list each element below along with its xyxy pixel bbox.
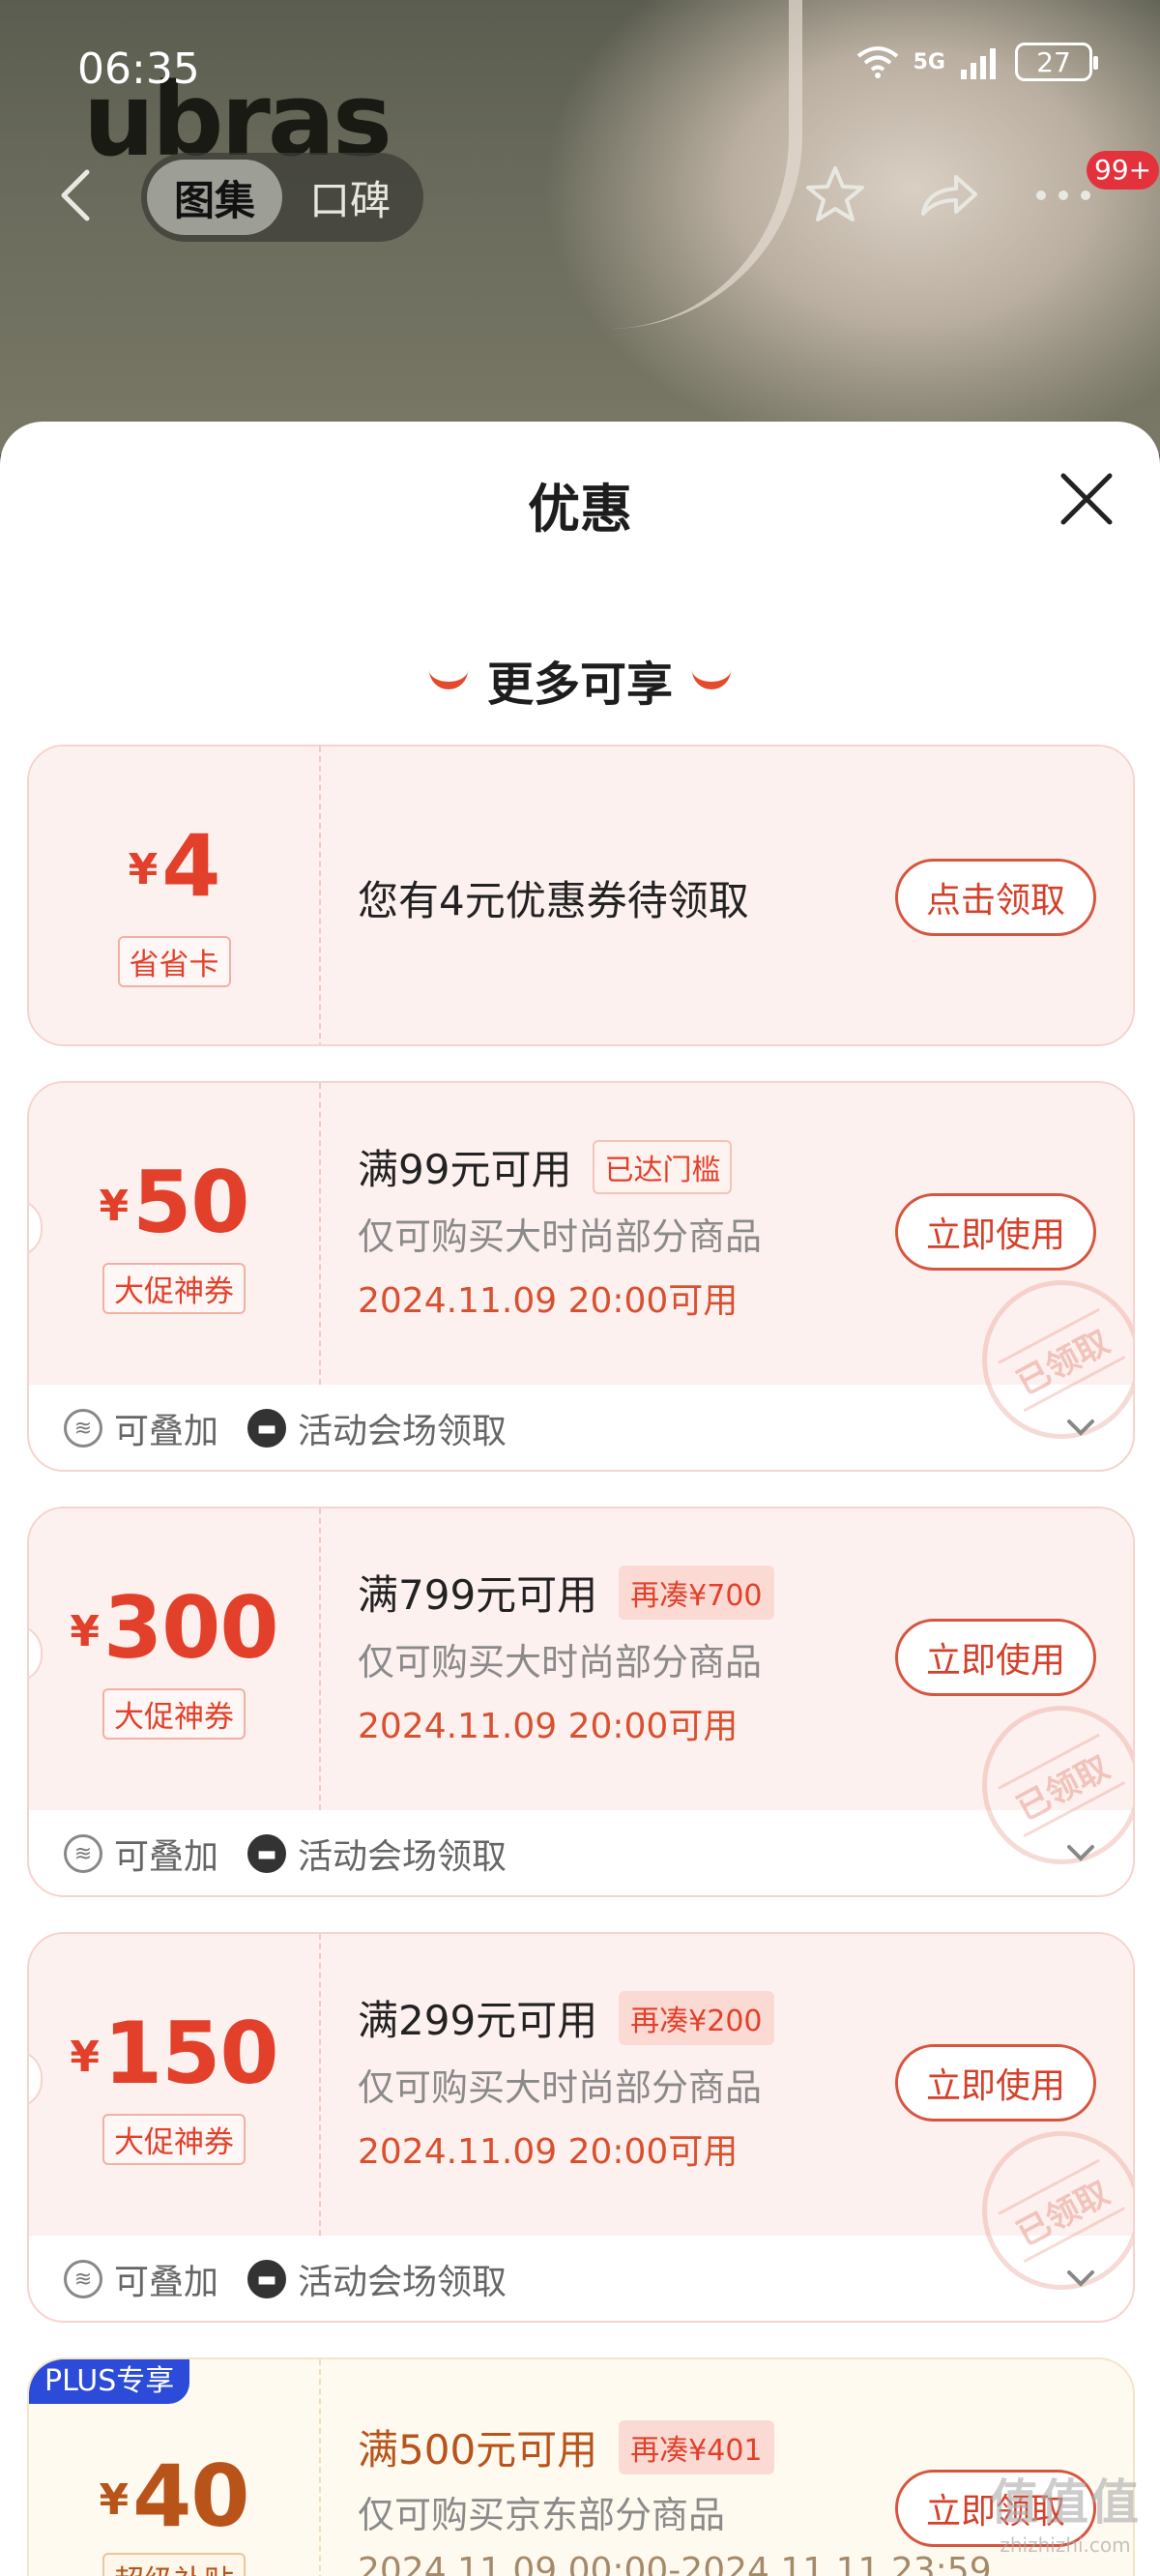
coupon-amount: ¥50 — [99, 1153, 249, 1252]
coupon-amount: ¥150 — [70, 2004, 278, 2103]
coupon-type-tag: 大促神券 — [29, 1688, 319, 1740]
coupon-scope: 仅可购买京东部分商品 — [358, 2494, 726, 2536]
stackable-info: ≋ 可叠加 — [64, 2254, 218, 2304]
threshold-chip: 已达门槛 — [593, 1139, 733, 1194]
coupon-card-plus: PLUS专享 ¥40 超级补贴 满500元可用 再凑¥401 仅可购买京东部分商… — [27, 2357, 1135, 2576]
tab-reviews[interactable]: 口碑 — [282, 160, 418, 235]
coupon-type-tag: 大促神券 — [29, 1263, 319, 1314]
ticket-icon: ▬ — [247, 1834, 287, 1873]
share-icon — [921, 175, 977, 216]
coupon-title: 您有4元优惠券待领取 — [358, 877, 749, 924]
coupon-footer[interactable]: ≋ 可叠加 ▬ 活动会场领取 — [29, 1810, 1133, 1895]
claim-button[interactable]: 点击领取 — [895, 859, 1096, 936]
back-button[interactable] — [56, 166, 99, 224]
stackable-info: ≋ 可叠加 — [64, 1403, 218, 1453]
ticket-icon: ▬ — [247, 1409, 287, 1448]
message-count-badge: 99+ — [1087, 151, 1160, 190]
battery-indicator: 27 — [1015, 43, 1098, 81]
coupon-sheet: 优惠 更多可享 ¥4 省省卡 您有4元优惠券待领取 点击领取 ¥50 大促神券 … — [0, 422, 1160, 2576]
product-hero-image: ubras 06:35 5G 27 图集 口碑 99+ — [0, 0, 1160, 454]
signal-icon — [961, 48, 996, 79]
close-icon — [1060, 473, 1113, 525]
coupon-title: 满99元可用 已达门槛 — [358, 1137, 733, 1196]
star-icon — [806, 166, 864, 221]
coupon-scope: 仅可购买大时尚部分商品 — [358, 2066, 763, 2109]
coupon-valid-time: 2024.11.09 00:00-2024.11.11 23:59 — [358, 2551, 992, 2576]
section-header: 更多可享 — [0, 646, 1160, 714]
section-title: 更多可享 — [486, 658, 673, 712]
source-info: ▬ 活动会场领取 — [247, 2254, 507, 2304]
coupon-title: 满500元可用 再凑¥401 — [358, 2417, 774, 2476]
close-button[interactable] — [1056, 468, 1117, 530]
plus-exclusive-badge: PLUS专享 — [29, 2359, 190, 2404]
coupon-type-tag: 省省卡 — [29, 936, 319, 987]
remaining-chip: 再凑¥700 — [619, 1565, 774, 1620]
use-now-button[interactable]: 立即使用 — [895, 1619, 1096, 1696]
stack-icon: ≋ — [64, 1834, 102, 1873]
ticket-icon: ▬ — [247, 2260, 287, 2298]
smile-decoration-right — [692, 670, 731, 689]
smile-decoration-left — [428, 670, 468, 689]
coupon-valid-time: 2024.11.09 20:00可用 — [358, 2132, 739, 2172]
coupon-amount: ¥300 — [70, 1578, 278, 1678]
source-info: ▬ 活动会场领取 — [247, 1829, 507, 1879]
tab-gallery[interactable]: 图集 — [147, 160, 282, 235]
source-info: ▬ 活动会场领取 — [247, 1403, 507, 1453]
media-tab-switch: 图集 口碑 — [141, 153, 423, 242]
battery-level: 27 — [1036, 45, 1071, 78]
stackable-info: ≋ 可叠加 — [64, 1829, 218, 1879]
coupon-card: ¥300 大促神券 满799元可用 再凑¥700 仅可购买大时尚部分商品 202… — [27, 1507, 1135, 1897]
chevron-down-icon[interactable] — [1063, 1410, 1098, 1445]
coupon-title: 满799元可用 再凑¥700 — [358, 1563, 774, 1622]
coupon-footer[interactable]: ≋ 可叠加 ▬ 活动会场领取 — [29, 1385, 1133, 1470]
wifi-icon — [856, 46, 898, 78]
chevron-down-icon[interactable] — [1063, 1835, 1098, 1870]
use-now-button[interactable]: 立即使用 — [895, 2044, 1096, 2122]
coupon-scope: 仅可购买大时尚部分商品 — [358, 1641, 763, 1683]
coupon-footer[interactable]: ≋ 可叠加 ▬ 活动会场领取 — [29, 2236, 1133, 2321]
coupon-valid-time: 2024.11.09 20:00可用 — [358, 1281, 739, 1321]
coupon-scope: 仅可购买大时尚部分商品 — [358, 1215, 763, 1258]
stack-icon: ≋ — [64, 2260, 102, 2298]
coupon-card: ¥50 大促神券 满99元可用 已达门槛 仅可购买大时尚部分商品 2024.11… — [27, 1081, 1135, 1472]
status-indicators: 5G 27 — [856, 43, 1098, 81]
chevron-down-icon[interactable] — [1063, 2261, 1098, 2296]
coupon-type-tag: 大促神券 — [29, 2114, 319, 2165]
coupon-card-savings: ¥4 省省卡 您有4元优惠券待领取 点击领取 — [27, 745, 1135, 1046]
use-now-button[interactable]: 立即使用 — [895, 1193, 1096, 1271]
coupon-amount: ¥40 — [99, 2446, 249, 2546]
status-time: 06:35 — [77, 44, 200, 94]
site-watermark: 值值值 zhizhizhi.com — [990, 2474, 1141, 2557]
coupon-title: 满299元可用 再凑¥200 — [358, 1988, 774, 2047]
stack-icon: ≋ — [64, 1409, 102, 1448]
favorite-button[interactable] — [798, 159, 872, 232]
sheet-title: 优惠 — [528, 479, 632, 540]
remaining-chip: 再凑¥200 — [619, 1990, 774, 2045]
chevron-left-icon — [61, 169, 90, 221]
remaining-chip: 再凑¥401 — [619, 2419, 774, 2474]
coupon-amount: ¥4 — [128, 816, 221, 916]
coupon-valid-time: 2024.11.09 20:00可用 — [358, 1707, 739, 1746]
more-dots-icon — [1036, 190, 1090, 200]
coupon-type-tag: 超级补贴 — [29, 2553, 319, 2576]
network-type: 5G — [913, 49, 945, 74]
coupon-card: ¥150 大促神券 满299元可用 再凑¥200 仅可购买大时尚部分商品 202… — [27, 1932, 1135, 2323]
share-button[interactable] — [913, 159, 986, 232]
